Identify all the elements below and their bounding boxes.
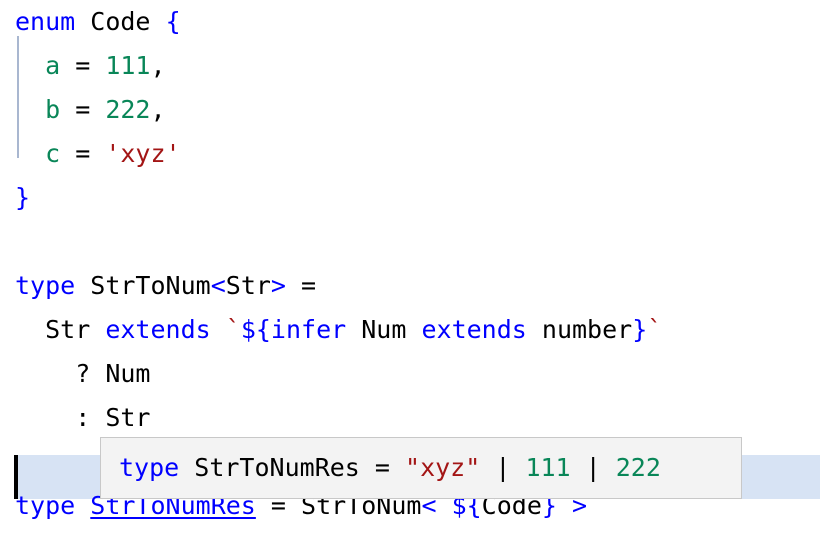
code-token: =	[285, 271, 332, 300]
code-token: extends	[105, 315, 211, 344]
code-token: extends	[421, 315, 527, 344]
tooltip-token: 222	[615, 453, 661, 482]
code-line[interactable]: enum Code {	[0, 0, 820, 44]
code-token: {	[165, 7, 181, 36]
code-line[interactable]	[0, 220, 820, 264]
tooltip-token: StrToNumRes	[194, 453, 360, 482]
tooltip-token: type	[119, 453, 180, 482]
code-editor[interactable]: enum Code { a = 111, b = 222, c = 'xyz'}…	[0, 0, 820, 550]
hover-tooltip-text: type StrToNumRes = "xyz" | 111 | 222	[119, 453, 661, 483]
code-token: 111	[105, 51, 151, 80]
code-line[interactable]: }	[0, 176, 820, 220]
code-token: type	[15, 271, 76, 300]
code-line[interactable]: type StrToNum<Str> =	[0, 264, 820, 308]
code-token: a	[45, 51, 61, 80]
code-token: }	[15, 183, 31, 212]
code-line[interactable]: b = 222,	[0, 88, 820, 132]
code-token: c	[45, 139, 61, 168]
code-token: enum	[15, 7, 76, 36]
code-line[interactable]: ? Num	[0, 352, 820, 396]
code-token: number	[541, 315, 633, 344]
tooltip-token	[179, 453, 194, 482]
code-token: >	[270, 271, 286, 300]
code-token: 'xyz'	[105, 139, 181, 168]
code-token: Num	[361, 315, 407, 344]
hover-type-tooltip: type StrToNumRes = "xyz" | 111 | 222	[100, 437, 742, 499]
text-cursor	[14, 455, 18, 499]
code-token: `	[647, 315, 663, 344]
code-token: type	[15, 491, 76, 520]
code-token: Str	[45, 315, 91, 344]
tooltip-token: |	[570, 453, 616, 482]
code-line[interactable]: a = 111,	[0, 44, 820, 88]
code-token: <	[210, 271, 226, 300]
tooltip-token: "xyz"	[405, 453, 481, 482]
code-line[interactable]: Str extends `${infer Num extends number}…	[0, 308, 820, 352]
code-token: ${	[240, 315, 271, 344]
code-token: Num	[105, 359, 151, 388]
code-line[interactable]: : Str	[0, 396, 820, 440]
code-token: }	[632, 315, 648, 344]
code-token: b	[45, 95, 61, 124]
code-token: ,	[150, 51, 166, 80]
code-token: =	[60, 139, 106, 168]
code-token: ,	[150, 95, 166, 124]
code-token: StrToNum	[90, 271, 211, 300]
code-token: =	[60, 51, 106, 80]
code-token: =	[60, 95, 106, 124]
tooltip-token: 111	[525, 453, 571, 482]
code-token: ?	[75, 359, 106, 388]
code-token: Code	[90, 7, 151, 36]
code-token: Str	[225, 271, 271, 300]
code-token: :	[75, 403, 106, 432]
code-token: 222	[105, 95, 151, 124]
code-token: Str	[105, 403, 151, 432]
code-line[interactable]: c = 'xyz'	[0, 132, 820, 176]
tooltip-token: =	[359, 453, 406, 482]
code-token: infer	[270, 315, 347, 344]
code-token: `	[225, 315, 241, 344]
tooltip-token: |	[480, 453, 526, 482]
